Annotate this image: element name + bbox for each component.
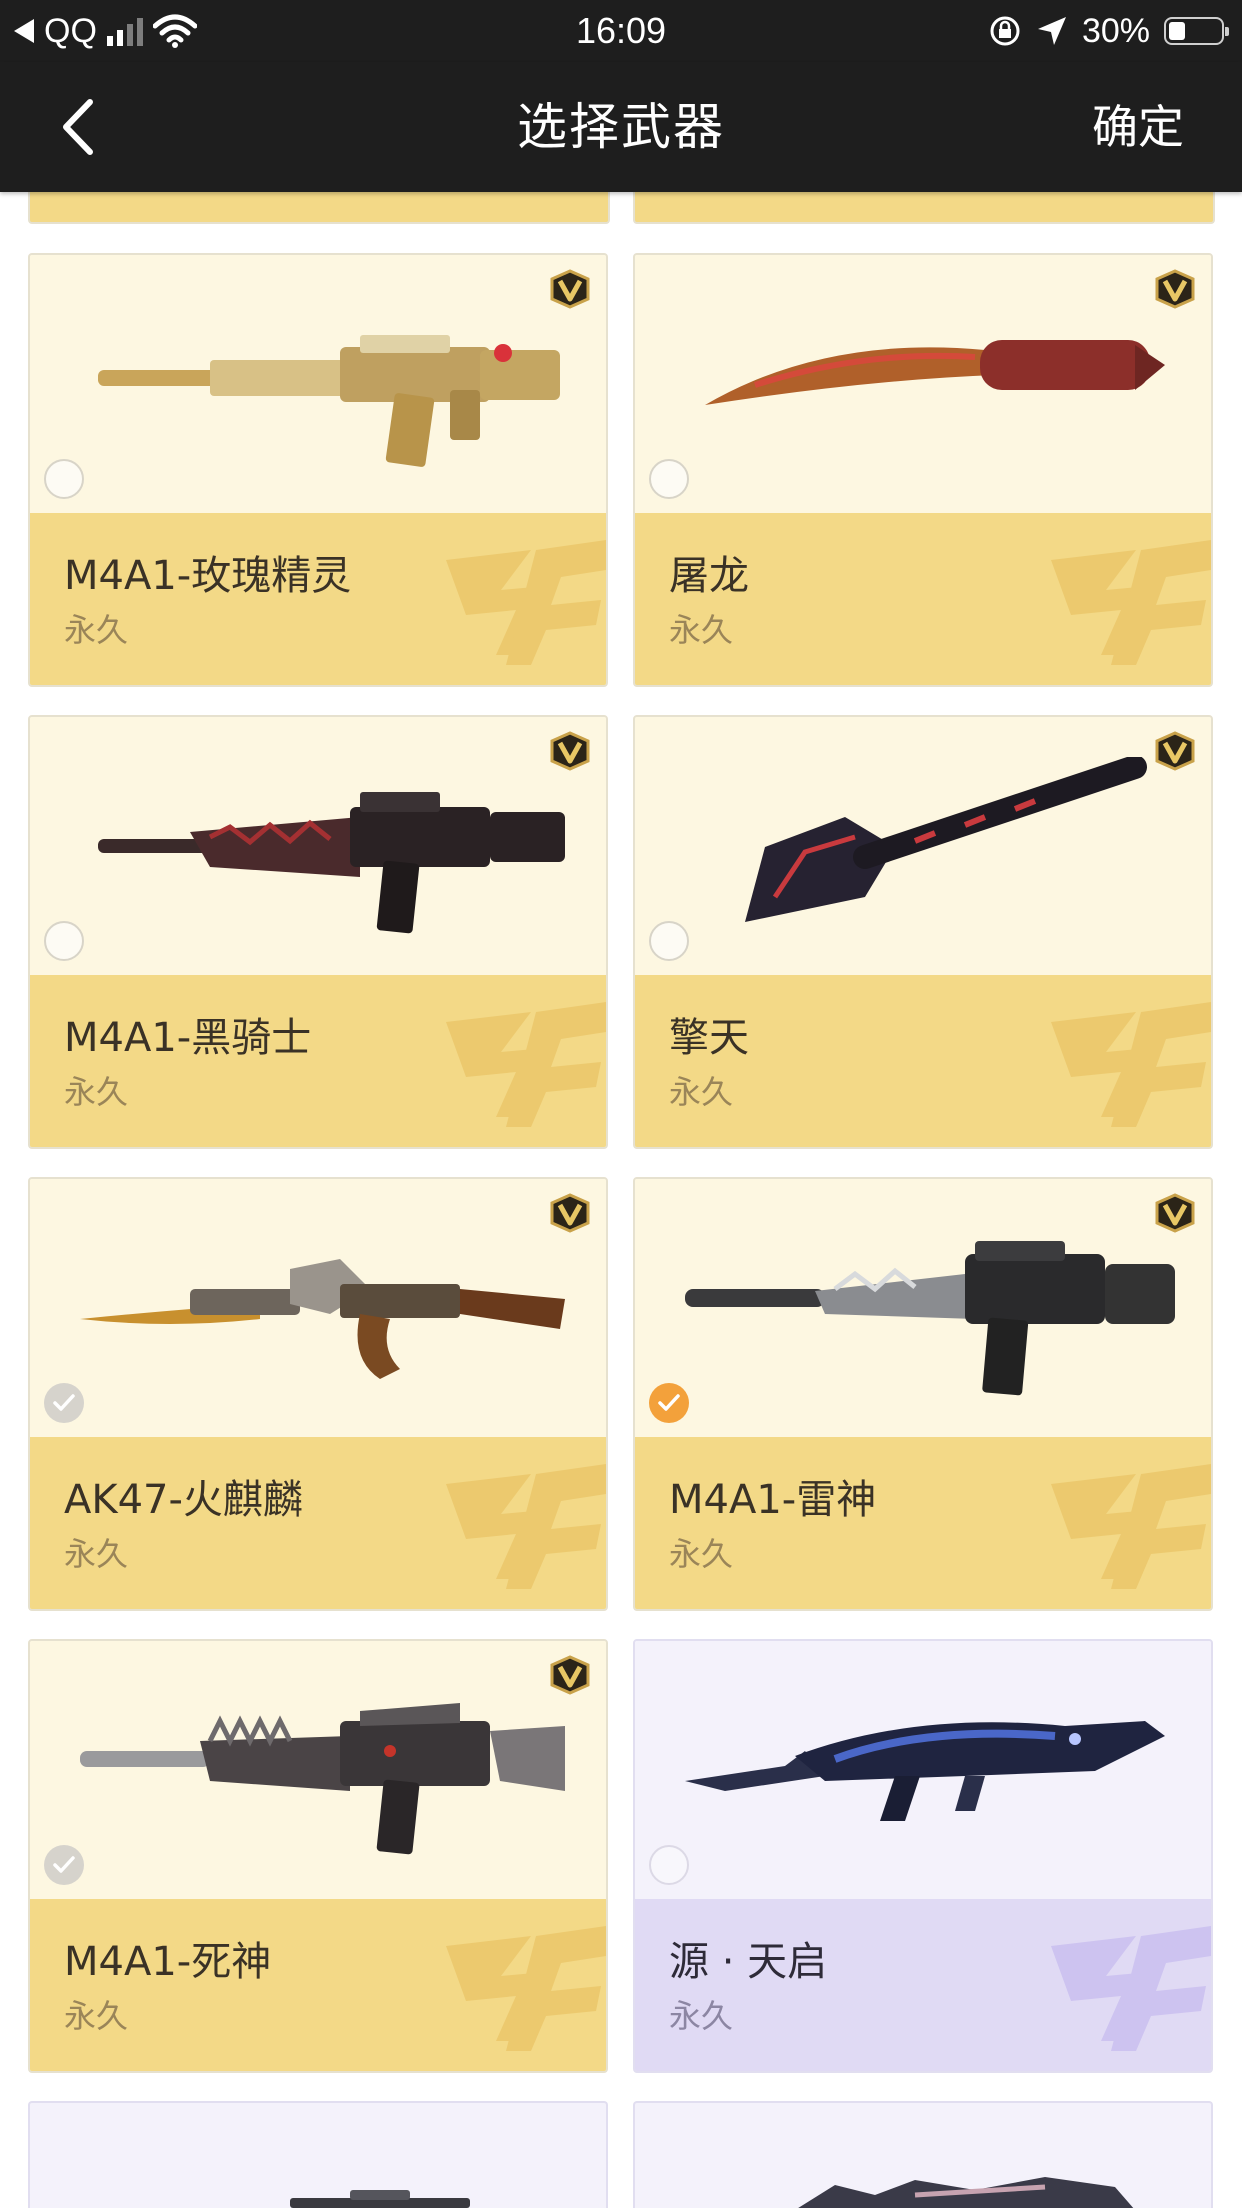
nav-bar: 选择武器 确定	[0, 62, 1242, 192]
cf-logo-watermark	[1051, 1464, 1211, 1589]
rotation-lock-icon	[990, 16, 1020, 46]
weapon-info: M4A1-死神 永久	[30, 1899, 606, 2071]
weapon-image	[80, 1259, 565, 1379]
weapon-card[interactable]: 擎天 永久	[633, 715, 1213, 1149]
weapon-duration: 永久	[669, 1535, 734, 1573]
weapon-duration: 永久	[64, 611, 129, 649]
weapon-image-area	[635, 717, 1211, 975]
weapon-image-area	[635, 1179, 1211, 1437]
weapon-duration: 永久	[64, 1535, 129, 1573]
page-title: 选择武器	[517, 98, 725, 156]
cf-logo-watermark	[1051, 1002, 1211, 1127]
status-right: 30%	[988, 10, 1229, 52]
battery-percent: 30%	[1081, 11, 1150, 50]
weapon-image-area	[30, 1179, 606, 1437]
battery-icon	[1164, 17, 1229, 45]
weapon-image	[705, 340, 1165, 405]
weapon-info: 擎天 永久	[635, 975, 1211, 1147]
weapon-duration: 永久	[669, 1997, 734, 2035]
weapon-card[interactable]: 源 · 天启 永久	[633, 1639, 1213, 2073]
select-checkbox[interactable]	[649, 1845, 689, 1885]
location-icon	[1037, 17, 1066, 45]
cf-logo-watermark	[446, 1926, 606, 2051]
weapon-image-area	[635, 1641, 1211, 1899]
select-checkbox[interactable]	[44, 459, 84, 499]
vip-badge-icon	[1153, 1193, 1197, 1233]
select-checkbox-disabled[interactable]	[44, 1845, 84, 1885]
weapon-duration: 永久	[669, 1073, 734, 1111]
select-checkbox-disabled[interactable]	[44, 1383, 84, 1423]
vip-badge-icon	[548, 731, 592, 771]
weapon-duration: 永久	[64, 1997, 129, 2035]
cf-logo-watermark	[446, 540, 606, 665]
weapon-card[interactable]: M4A1-雷神 永久	[633, 1177, 1213, 1611]
check-icon	[53, 1856, 75, 1873]
partial-card-bottom-right[interactable]	[633, 2101, 1213, 2208]
check-icon	[53, 1394, 75, 1411]
cf-logo-watermark	[446, 1002, 606, 1127]
weapon-info: M4A1-雷神 永久	[635, 1437, 1211, 1609]
weapon-name: AK47-火麒麟	[64, 1477, 303, 1523]
weapon-name: M4A1-黑骑士	[64, 1015, 312, 1061]
weapon-info: AK47-火麒麟 永久	[30, 1437, 606, 1609]
weapon-info: M4A1-玫瑰精灵 永久	[30, 513, 606, 685]
weapon-image	[290, 2190, 470, 2208]
weapon-image-area	[635, 255, 1211, 513]
weapon-info: M4A1-黑骑士 永久	[30, 975, 606, 1147]
weapon-image-area	[30, 1641, 606, 1899]
vip-badge-icon	[548, 1193, 592, 1233]
weapon-duration: 永久	[64, 1073, 129, 1111]
status-bar: QQ 16:09 30%	[0, 0, 1242, 62]
weapon-image	[685, 1241, 1175, 1396]
partial-card-bottom-left[interactable]	[28, 2101, 608, 2208]
weapon-image-area	[30, 255, 606, 513]
weapon-duration: 永久	[669, 611, 734, 649]
cf-logo-watermark	[1051, 540, 1211, 665]
weapon-info: 源 · 天启 永久	[635, 1899, 1211, 2071]
vip-badge-icon	[548, 1655, 592, 1695]
weapon-card[interactable]: M4A1-死神 永久	[28, 1639, 608, 2073]
weapon-image	[80, 1703, 565, 1855]
weapon-image	[798, 2177, 1134, 2208]
weapon-image	[98, 792, 565, 934]
weapon-name: M4A1-玫瑰精灵	[64, 553, 352, 599]
weapon-card[interactable]: M4A1-黑骑士 永久	[28, 715, 608, 1149]
select-checkbox[interactable]	[649, 921, 689, 961]
weapon-name: 擎天	[669, 1015, 749, 1061]
weapon-card[interactable]: AK47-火麒麟 永久	[28, 1177, 608, 1611]
weapon-image	[98, 335, 560, 467]
cf-logo-watermark	[1051, 1926, 1211, 2051]
weapon-info: 屠龙 永久	[635, 513, 1211, 685]
select-checkbox[interactable]	[649, 459, 689, 499]
vip-badge-icon	[1153, 269, 1197, 309]
weapon-card[interactable]: M4A1-玫瑰精灵 永久	[28, 253, 608, 687]
confirm-button[interactable]: 确定	[1092, 62, 1184, 192]
weapon-image	[745, 757, 1147, 922]
weapon-image	[685, 1721, 1165, 1821]
battery-level	[1169, 22, 1185, 40]
vip-badge-icon	[548, 269, 592, 309]
weapon-name: M4A1-雷神	[669, 1477, 877, 1523]
vip-badge-icon	[1153, 731, 1197, 771]
select-checkbox-checked[interactable]	[649, 1383, 689, 1423]
weapon-card[interactable]: 屠龙 永久	[633, 253, 1213, 687]
weapon-image-area	[30, 717, 606, 975]
check-icon	[658, 1394, 680, 1411]
weapon-name: M4A1-死神	[64, 1939, 272, 1985]
weapon-name: 源 · 天启	[669, 1939, 828, 1985]
cf-logo-watermark	[446, 1464, 606, 1589]
select-checkbox[interactable]	[44, 921, 84, 961]
weapon-name: 屠龙	[669, 553, 749, 599]
